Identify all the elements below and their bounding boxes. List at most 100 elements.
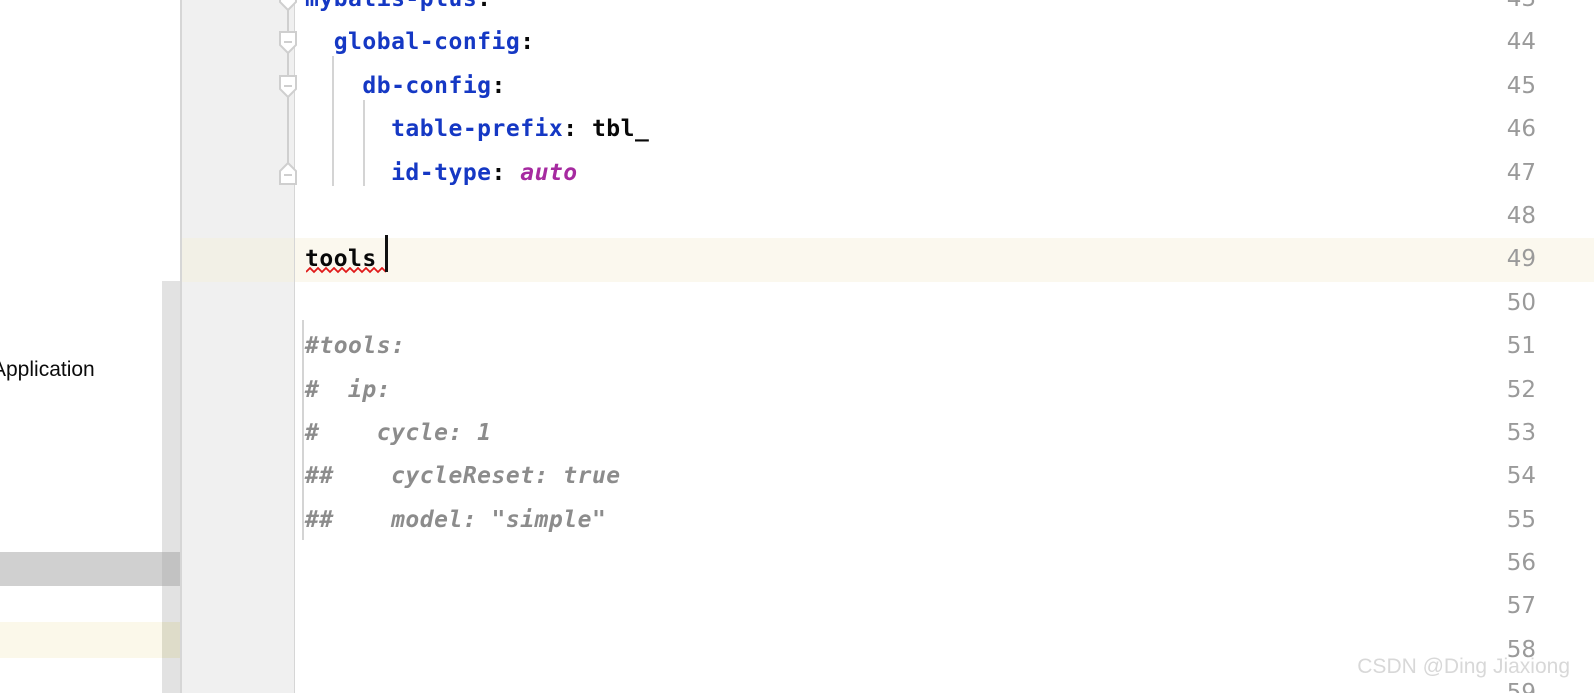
editor-line-row[interactable]: 43 mybatis-plus: bbox=[180, 0, 1594, 22]
code-token-comment: ## model: "simple" bbox=[305, 506, 607, 533]
line-number: 53 bbox=[1506, 419, 1536, 446]
line-background bbox=[295, 195, 1594, 238]
line-background bbox=[295, 238, 1594, 282]
fold-column[interactable] bbox=[276, 21, 300, 65]
screen-root: Application 43mybatis-plus:44 global-con… bbox=[0, 0, 1594, 693]
line-number: 51 bbox=[1506, 333, 1536, 360]
code-token-comment: # cycle: 1 bbox=[305, 419, 492, 446]
code-text[interactable]: db-config: bbox=[305, 65, 506, 108]
editor-rows: 43mybatis-plus:44 global-config:45 db-co… bbox=[180, 0, 1594, 693]
line-number: 48 bbox=[1506, 202, 1536, 229]
fold-column[interactable] bbox=[276, 151, 300, 195]
code-text[interactable]: #tools: bbox=[305, 325, 405, 368]
code-text[interactable]: ## model: "simple" bbox=[305, 499, 606, 542]
line-number: 49 bbox=[1506, 246, 1536, 273]
line-background bbox=[295, 585, 1594, 628]
fold-column[interactable] bbox=[276, 108, 300, 152]
editor-line-row[interactable]: 57 bbox=[180, 585, 1594, 629]
code-token-comment: # ip: bbox=[305, 376, 392, 403]
fold-column[interactable] bbox=[276, 238, 300, 281]
fold-column[interactable] bbox=[276, 455, 300, 498]
line-number: 43 bbox=[1507, 0, 1536, 21]
line-number: 46 bbox=[1506, 116, 1536, 143]
editor-line-row[interactable]: 47 id-type: auto bbox=[180, 151, 1594, 195]
line-number: 44 bbox=[1506, 29, 1536, 56]
panel-scrollbar-thumb-caret-mark bbox=[162, 622, 180, 658]
fold-column[interactable] bbox=[276, 195, 300, 238]
code-token-colon: : bbox=[477, 0, 491, 12]
line-background bbox=[295, 282, 1594, 325]
code-token-key: table-prefix bbox=[305, 116, 564, 143]
code-token-plain: tbl_ bbox=[591, 116, 650, 143]
left-panel-selected-row[interactable] bbox=[0, 552, 162, 586]
line-number: 55 bbox=[1506, 506, 1536, 533]
left-panel-caret-row[interactable] bbox=[0, 622, 162, 658]
fold-guide-line bbox=[287, 108, 289, 152]
fold-column[interactable] bbox=[276, 0, 300, 22]
line-number: 54 bbox=[1506, 463, 1536, 490]
fold-column[interactable] bbox=[276, 585, 300, 628]
editor-line-row[interactable]: 54 ## cycleReset: true bbox=[180, 455, 1594, 499]
fold-collapse-icon[interactable] bbox=[279, 31, 297, 55]
code-token-key: global-config bbox=[305, 29, 521, 56]
code-text[interactable]: global-config: bbox=[305, 21, 535, 64]
code-text[interactable]: tools bbox=[305, 238, 377, 281]
editor-line-row[interactable]: 52 # ip: bbox=[180, 368, 1594, 412]
code-text[interactable]: # cycle: 1 bbox=[305, 412, 492, 455]
left-panel-truncated-label: Application bbox=[0, 358, 95, 381]
code-token-value-italic: auto bbox=[520, 159, 578, 186]
fold-column[interactable] bbox=[276, 369, 300, 412]
line-number: 45 bbox=[1506, 72, 1536, 99]
fold-column[interactable] bbox=[276, 542, 300, 585]
editor-line-row[interactable]: 56 bbox=[180, 542, 1594, 586]
fold-column[interactable] bbox=[276, 499, 300, 542]
fold-column[interactable] bbox=[276, 672, 300, 693]
left-tool-window[interactable]: Application bbox=[0, 0, 162, 693]
line-background bbox=[295, 369, 1594, 412]
editor-line-row[interactable]: 44 global-config: bbox=[180, 21, 1594, 65]
editor-left-border bbox=[180, 0, 182, 693]
line-number: 47 bbox=[1506, 159, 1536, 186]
watermark-text: CSDN @Ding Jiaxiong bbox=[1357, 655, 1570, 678]
fold-collapse-icon[interactable] bbox=[279, 74, 297, 99]
line-number: 57 bbox=[1506, 593, 1536, 620]
code-token-key: db-config bbox=[305, 72, 492, 99]
line-background bbox=[295, 325, 1594, 368]
code-token-key: id-type bbox=[305, 159, 492, 186]
editor-line-row[interactable]: 51 #tools: bbox=[180, 325, 1594, 369]
fold-collapse-icon[interactable] bbox=[279, 0, 297, 12]
line-number: 50 bbox=[1506, 289, 1536, 316]
editor-line-row[interactable]: 49 tools bbox=[180, 238, 1594, 282]
code-token-comment: ## cycleReset: true bbox=[305, 463, 621, 490]
fold-column[interactable] bbox=[276, 629, 300, 672]
editor-line-row[interactable]: 55 ## model: "simple" bbox=[180, 498, 1594, 543]
fold-column[interactable] bbox=[276, 325, 300, 368]
code-text[interactable]: id-type: auto bbox=[305, 152, 578, 195]
line-background bbox=[295, 542, 1594, 585]
code-text[interactable]: table-prefix: tbl_ bbox=[305, 108, 649, 151]
editor-line-row[interactable]: 50 bbox=[180, 281, 1594, 326]
code-token-key: mybatis-plus bbox=[305, 0, 477, 12]
code-token-colon: : bbox=[491, 159, 521, 186]
code-text[interactable]: mybatis-plus: bbox=[305, 0, 492, 21]
code-token-colon: : bbox=[491, 72, 506, 99]
code-text[interactable]: # ip: bbox=[305, 369, 391, 412]
fold-column[interactable] bbox=[276, 282, 300, 325]
text-caret bbox=[385, 235, 388, 272]
fold-end-icon[interactable] bbox=[279, 161, 297, 185]
code-token-colon: : bbox=[563, 116, 592, 143]
code-token-comment: #tools: bbox=[305, 333, 406, 360]
fold-column[interactable] bbox=[276, 64, 300, 109]
code-token-colon: : bbox=[520, 29, 535, 56]
error-squiggle-icon bbox=[306, 267, 387, 274]
editor-line-row[interactable]: 46 table-prefix: tbl_ bbox=[180, 108, 1594, 152]
editor-line-row[interactable]: 45 db-config: bbox=[180, 64, 1594, 109]
editor-line-row[interactable]: 48 bbox=[180, 194, 1594, 239]
code-editor[interactable]: 43mybatis-plus:44 global-config:45 db-co… bbox=[180, 0, 1594, 693]
fold-column[interactable] bbox=[276, 412, 300, 455]
editor-line-row[interactable]: 53 # cycle: 1 bbox=[180, 411, 1594, 456]
code-text[interactable]: ## cycleReset: true bbox=[305, 455, 621, 498]
line-number: 52 bbox=[1506, 376, 1536, 403]
line-number: 56 bbox=[1506, 550, 1536, 577]
panel-scrollbar-thumb-highlight bbox=[162, 552, 180, 586]
